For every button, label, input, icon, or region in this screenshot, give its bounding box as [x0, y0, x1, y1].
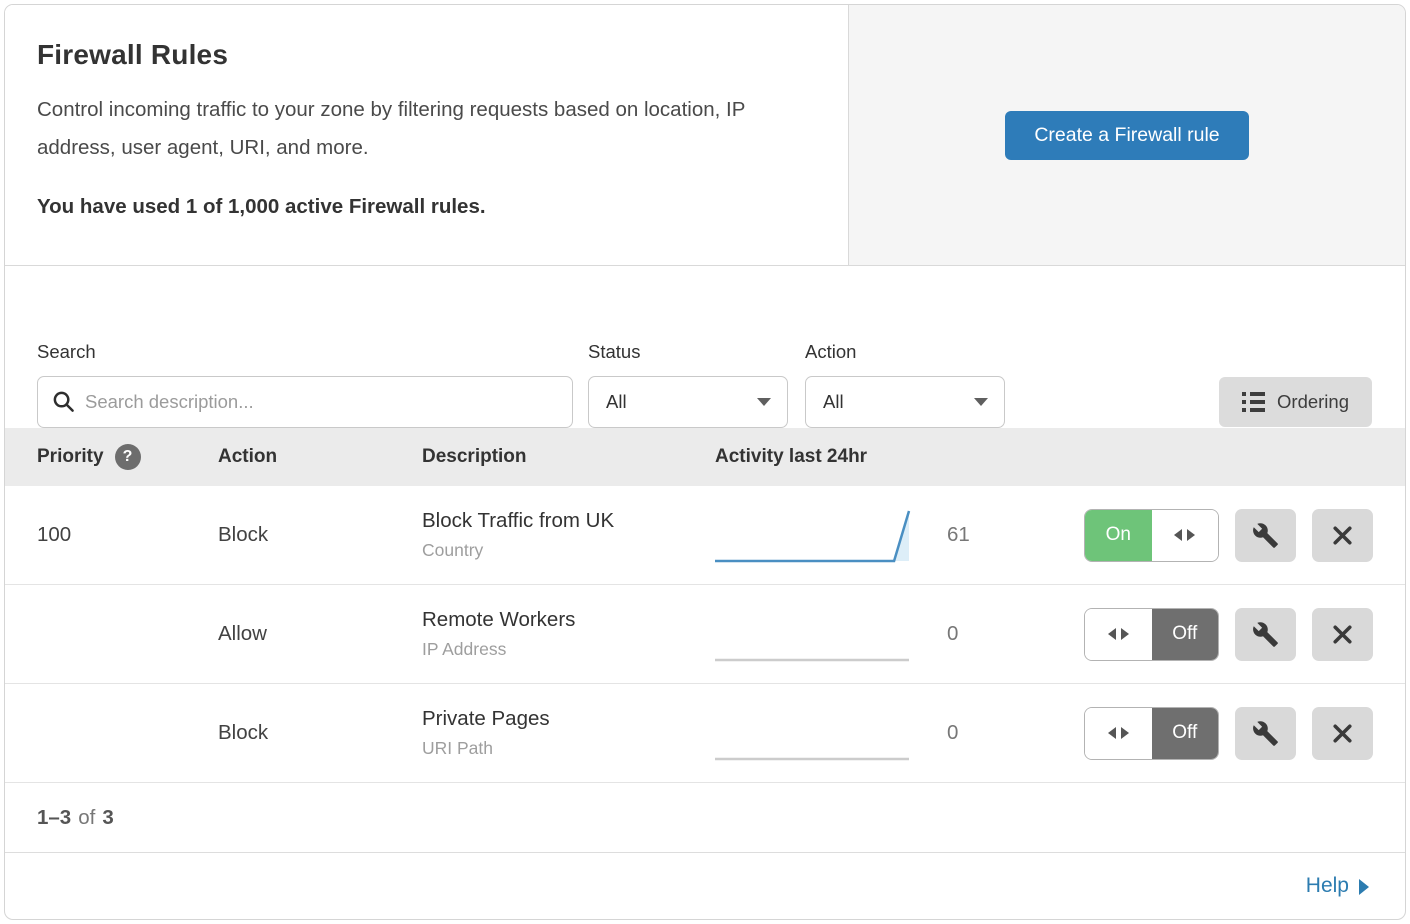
- usage-note: You have used 1 of 1,000 active Firewall…: [37, 195, 808, 219]
- header-text-block: Firewall Rules Control incoming traffic …: [5, 5, 848, 265]
- edit-rule-button[interactable]: [1235, 509, 1296, 562]
- help-icon[interactable]: ?: [115, 444, 141, 470]
- page-title: Firewall Rules: [37, 39, 808, 71]
- chevron-down-icon: [974, 398, 988, 406]
- delete-rule-button[interactable]: [1312, 608, 1373, 661]
- action-cell: Allow: [218, 622, 422, 646]
- rule-match-type: IP Address: [422, 639, 715, 660]
- status-selected-value: All: [606, 391, 627, 413]
- activity-count: 0: [925, 721, 1045, 745]
- activity-sparkline: [715, 497, 925, 574]
- toggle-off-label: Off: [1152, 609, 1219, 660]
- rule-row: Allow Remote Workers IP Address 0 Off: [5, 585, 1405, 684]
- rule-controls: On: [1045, 509, 1405, 562]
- search-field-group: Search: [37, 341, 573, 428]
- action-select[interactable]: All: [805, 376, 1005, 428]
- pagination-of-label: of: [78, 806, 95, 830]
- rule-match-type: Country: [422, 540, 715, 561]
- activity-count: 61: [925, 523, 1045, 547]
- ordering-button-label: Ordering: [1277, 391, 1349, 413]
- rule-controls: Off: [1045, 707, 1405, 760]
- rule-toggle[interactable]: On: [1084, 509, 1219, 562]
- priority-cell: 100: [5, 523, 218, 547]
- rule-description: Block Traffic from UK: [422, 509, 715, 533]
- delete-rule-button[interactable]: [1312, 509, 1373, 562]
- search-input[interactable]: [37, 376, 573, 428]
- rule-description: Remote Workers: [422, 608, 715, 632]
- toggle-off-label: Off: [1152, 708, 1219, 759]
- rule-match-type: URI Path: [422, 738, 715, 759]
- ordering-button[interactable]: Ordering: [1219, 377, 1372, 427]
- close-icon: [1330, 721, 1355, 746]
- action-label: Action: [805, 341, 1005, 363]
- activity-count: 0: [925, 622, 1045, 646]
- create-firewall-rule-button[interactable]: Create a Firewall rule: [1005, 111, 1248, 160]
- help-link-label: Help: [1306, 874, 1349, 898]
- toggle-on-label: On: [1085, 510, 1152, 561]
- action-cell: Block: [218, 721, 422, 745]
- column-header-description: Description: [422, 446, 715, 468]
- rule-toggle[interactable]: Off: [1084, 608, 1219, 661]
- edit-rule-button[interactable]: [1235, 707, 1296, 760]
- description-cell: Remote Workers IP Address: [422, 608, 715, 660]
- description-cell: Block Traffic from UK Country: [422, 509, 715, 561]
- status-label: Status: [588, 341, 788, 363]
- action-field-group: Action All: [805, 341, 1005, 428]
- column-header-priority: Priority: [37, 446, 104, 468]
- column-header-action: Action: [218, 446, 422, 468]
- filter-bar: Search Status All Action All: [5, 266, 1405, 428]
- toggle-handle: [1152, 510, 1219, 561]
- pagination-summary: 1–3 of 3: [5, 783, 1405, 853]
- drag-handle-icon: [1108, 727, 1129, 739]
- activity-sparkline: [715, 695, 925, 772]
- ordered-list-icon: [1242, 392, 1265, 412]
- rule-toggle[interactable]: Off: [1084, 707, 1219, 760]
- search-input-wrap: [37, 376, 573, 428]
- help-footer: Help: [5, 853, 1405, 919]
- toggle-handle: [1085, 708, 1152, 759]
- chevron-right-icon: [1359, 879, 1369, 895]
- page-header: Firewall Rules Control incoming traffic …: [5, 5, 1405, 266]
- action-cell: Block: [218, 523, 422, 547]
- close-icon: [1330, 523, 1355, 548]
- search-label: Search: [37, 341, 573, 363]
- rule-row: Block Private Pages URI Path 0 Off: [5, 684, 1405, 783]
- wrench-icon: [1252, 621, 1279, 648]
- page-description: Control incoming traffic to your zone by…: [37, 91, 807, 167]
- drag-handle-icon: [1108, 628, 1129, 640]
- column-header-activity: Activity last 24hr: [715, 446, 1045, 468]
- close-icon: [1330, 622, 1355, 647]
- drag-handle-icon: [1174, 529, 1195, 541]
- status-field-group: Status All: [588, 341, 788, 428]
- header-action-panel: Create a Firewall rule: [848, 5, 1405, 265]
- description-cell: Private Pages URI Path: [422, 707, 715, 759]
- delete-rule-button[interactable]: [1312, 707, 1373, 760]
- rule-description: Private Pages: [422, 707, 715, 731]
- rule-controls: Off: [1045, 608, 1405, 661]
- search-icon: [52, 390, 75, 413]
- edit-rule-button[interactable]: [1235, 608, 1296, 661]
- chevron-down-icon: [757, 398, 771, 406]
- firewall-rules-panel: Firewall Rules Control incoming traffic …: [4, 4, 1406, 920]
- action-selected-value: All: [823, 391, 844, 413]
- help-link[interactable]: Help: [1306, 874, 1369, 898]
- pagination-range: 1–3: [37, 806, 71, 830]
- status-select[interactable]: All: [588, 376, 788, 428]
- rule-row: 100 Block Block Traffic from UK Country …: [5, 486, 1405, 585]
- wrench-icon: [1252, 522, 1279, 549]
- table-header-row: Priority ? Action Description Activity l…: [5, 428, 1405, 486]
- pagination-total: 3: [102, 806, 113, 830]
- toggle-handle: [1085, 609, 1152, 660]
- wrench-icon: [1252, 720, 1279, 747]
- activity-sparkline: [715, 596, 925, 673]
